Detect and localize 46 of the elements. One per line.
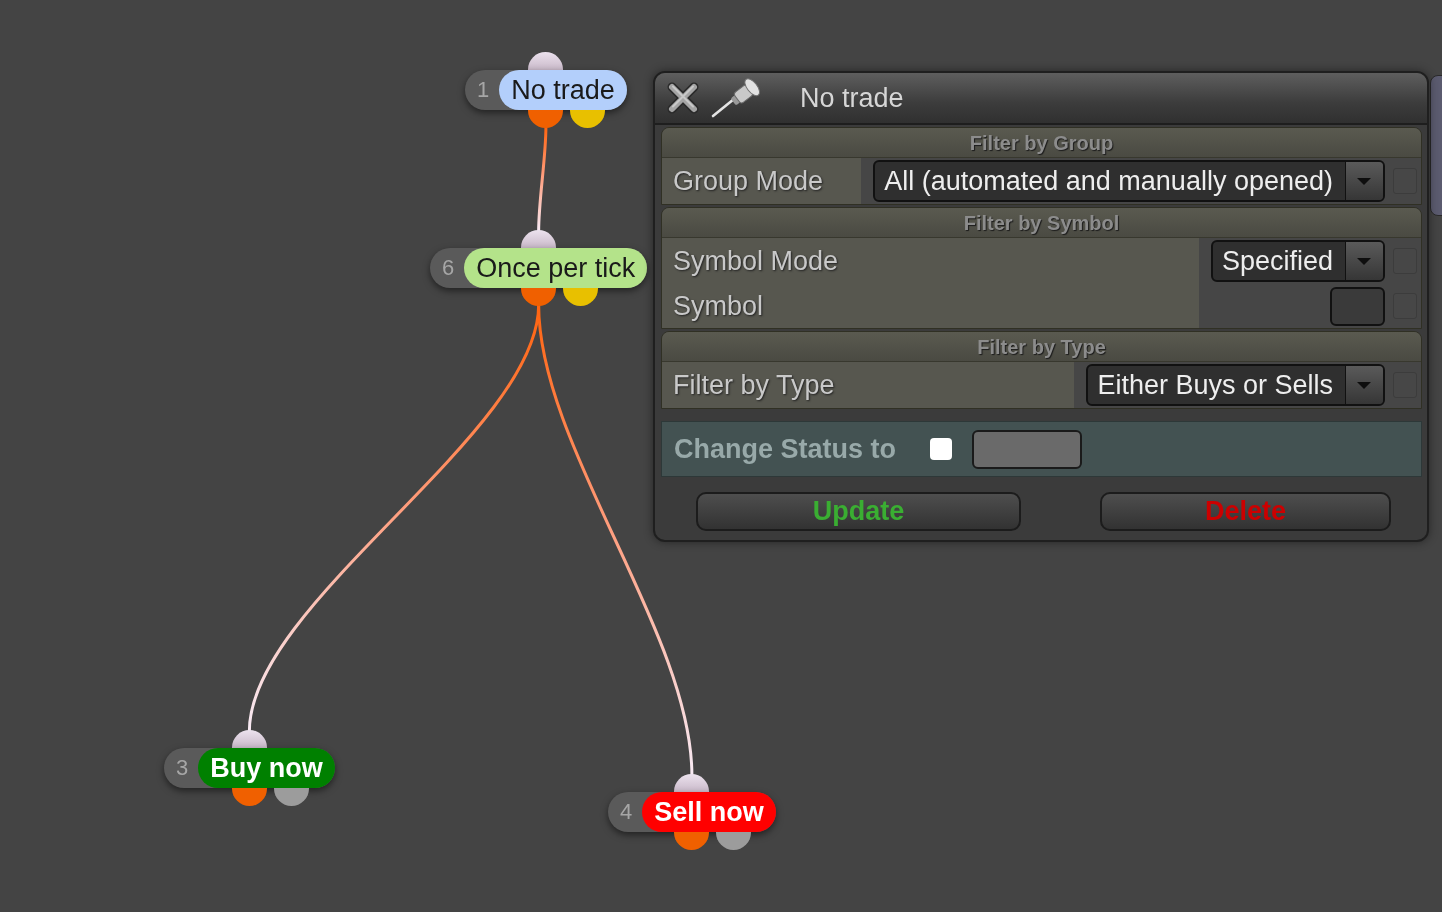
dropdown[interactable]: Specified [1210, 240, 1385, 282]
node-number: 6 [442, 257, 455, 279]
input-port-icon[interactable] [674, 774, 710, 792]
dropdown[interactable]: All (automated and manually opened) [873, 160, 1385, 202]
node-number: 4 [620, 801, 633, 823]
flow-node[interactable]: 6 Once per tick [430, 248, 648, 288]
section-header: Filter by Type [662, 332, 1421, 362]
flow-node[interactable]: 4 Sell now [608, 792, 776, 832]
node-label: Sell now [642, 792, 776, 832]
close-icon[interactable] [666, 81, 700, 115]
output-port-icon[interactable] [570, 110, 606, 128]
status-label: Change Status to [674, 432, 896, 466]
section-header: Filter by Group [662, 128, 1421, 158]
status-checkbox[interactable] [930, 438, 952, 460]
node-label: Buy now [198, 748, 335, 788]
output-port-icon[interactable] [528, 110, 564, 128]
node-label: Once per tick [464, 248, 648, 288]
status-field[interactable] [972, 429, 1082, 469]
symbol-field[interactable] [1330, 286, 1385, 326]
dropdown[interactable]: Either Buys or Sells [1086, 364, 1385, 406]
field-label: Group Mode [662, 158, 862, 204]
field-label: Symbol [662, 284, 1199, 328]
side-tab[interactable] [1430, 75, 1442, 216]
pin-icon[interactable] [710, 78, 762, 118]
node-number: 3 [176, 757, 189, 779]
field-label: Filter by Type [662, 362, 1075, 408]
input-port-icon[interactable] [521, 230, 557, 248]
node-number: 1 [477, 79, 490, 101]
caret-icon[interactable] [1345, 162, 1383, 200]
input-port-icon[interactable] [231, 730, 267, 748]
section-header: Filter by Symbol [662, 208, 1421, 238]
window-title: No trade [800, 81, 904, 115]
output-port-icon[interactable] [273, 788, 309, 806]
flow-node[interactable]: 1 No trade [465, 70, 627, 110]
field-label: Symbol Mode [662, 238, 1199, 284]
output-port-icon[interactable] [716, 832, 752, 850]
output-port-icon[interactable] [563, 288, 599, 306]
caret-icon[interactable] [1345, 366, 1383, 404]
node-label: No trade [499, 70, 627, 110]
caret-icon[interactable] [1345, 242, 1383, 280]
input-port-icon[interactable] [528, 52, 564, 70]
dialog-button[interactable]: Update [696, 492, 1021, 531]
output-port-icon[interactable] [231, 788, 267, 806]
output-port-icon[interactable] [674, 832, 710, 850]
output-port-icon[interactable] [521, 288, 557, 306]
flow-node[interactable]: 3 Buy now [164, 748, 335, 788]
